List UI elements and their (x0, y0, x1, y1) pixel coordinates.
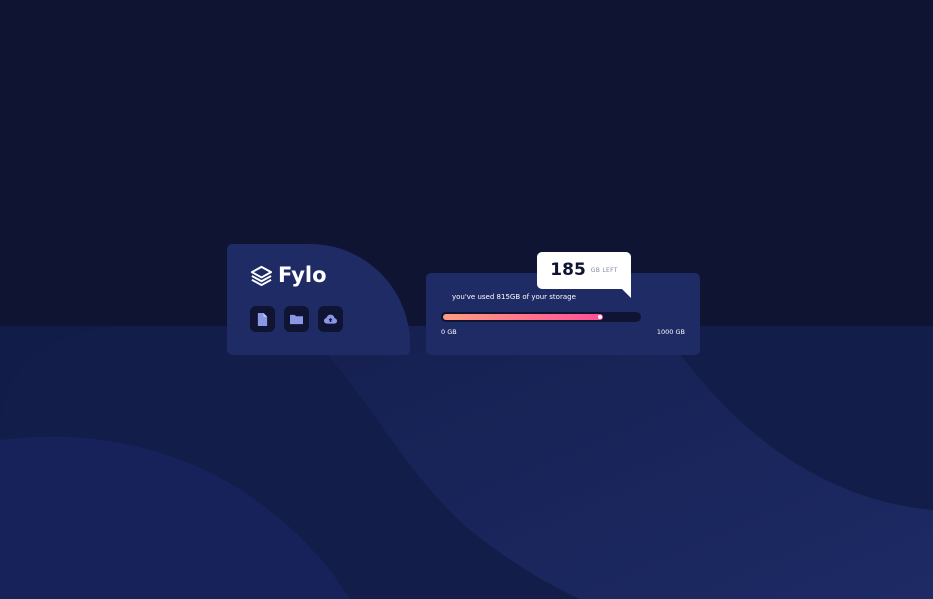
remaining-unit: GB LEFT (590, 267, 618, 274)
storage-progress-bar (441, 312, 641, 322)
toolbar (250, 306, 343, 332)
brand-logo: Fylo (250, 264, 327, 287)
document-button[interactable] (250, 306, 275, 332)
cloud-upload-icon (324, 314, 337, 324)
layers-icon (250, 265, 273, 287)
brand-name: Fylo (278, 263, 327, 287)
usage-text: you've used 815GB of your storage (452, 293, 576, 301)
folder-button[interactable] (284, 306, 309, 332)
used-value: 815GB (496, 293, 521, 301)
min-label: 0 GB (441, 328, 457, 336)
progress-fill (443, 314, 603, 320)
remaining-callout: 185 GB LEFT (537, 252, 631, 298)
folder-icon (290, 314, 303, 324)
upload-button[interactable] (318, 306, 343, 332)
document-icon (257, 312, 268, 326)
max-label: 1000 GB (656, 328, 685, 336)
remaining-number: 185 (550, 260, 586, 280)
progress-knob (597, 315, 602, 319)
